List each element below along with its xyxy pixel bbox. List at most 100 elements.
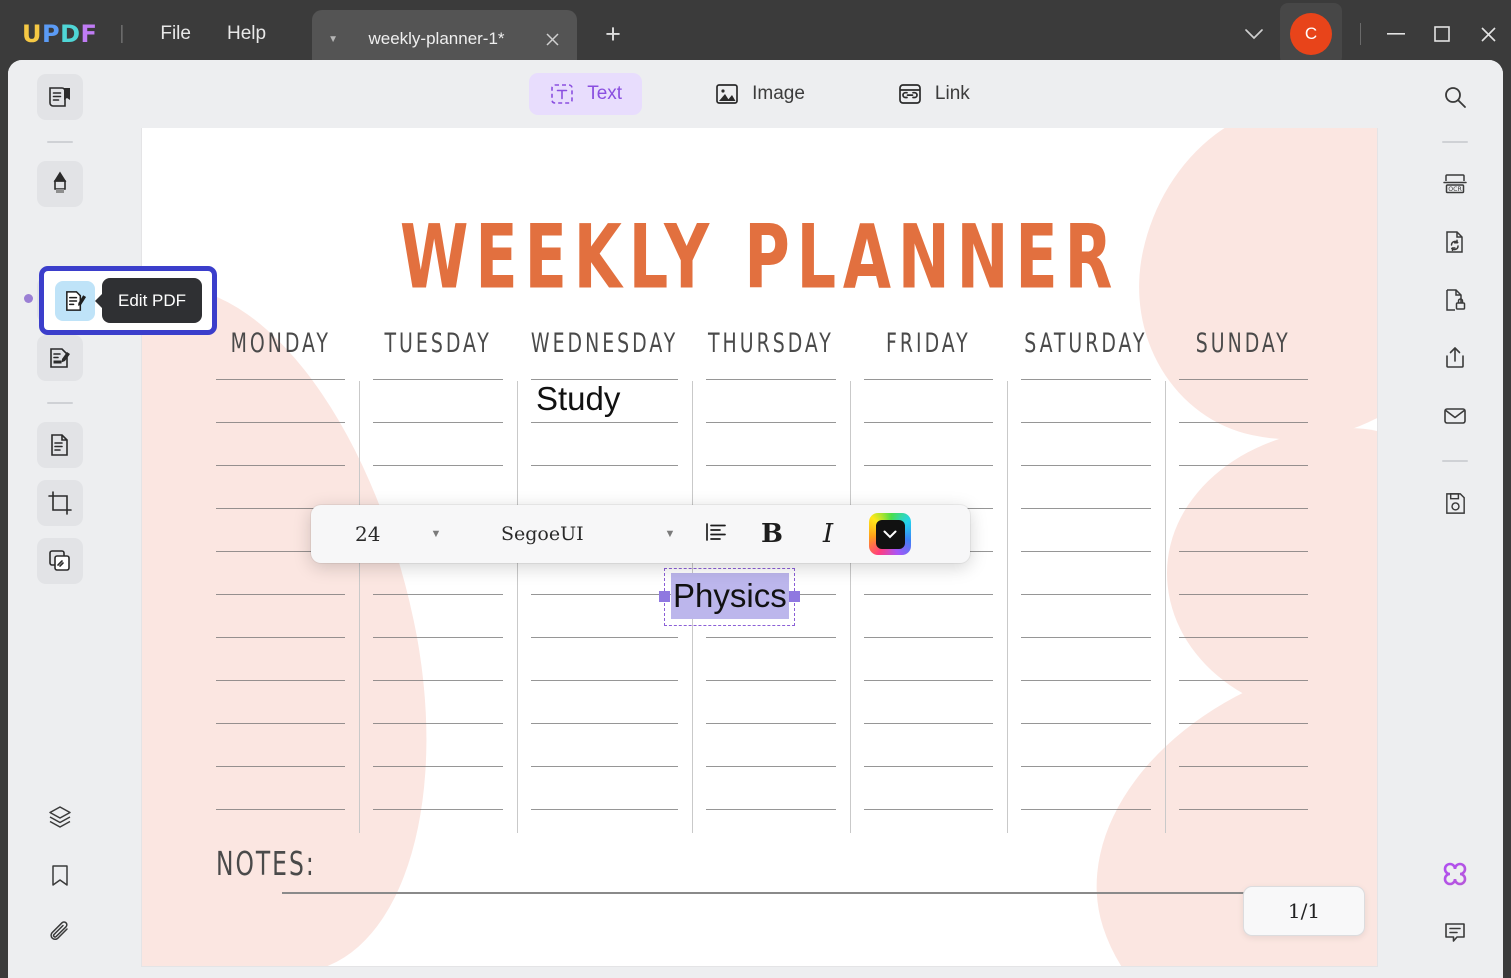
tab-link-label: Link [934, 83, 970, 104]
sidebar-item-attachment[interactable] [37, 910, 83, 956]
text-entry-physics[interactable]: Physics [671, 573, 789, 619]
sidebar-item-ai-assistant[interactable] [1432, 852, 1478, 898]
tab-image[interactable]: Image [694, 73, 825, 115]
sidebar-item-convert[interactable] [1432, 219, 1478, 265]
comment-icon [1442, 920, 1468, 946]
day-lines[interactable] [863, 379, 994, 810]
close-button[interactable] [1465, 0, 1511, 68]
maximize-button[interactable] [1419, 0, 1465, 68]
day-column-friday[interactable]: FRIDAY [849, 323, 1007, 833]
chevron-down-icon [883, 530, 897, 538]
updf-window: U P D F | File Help ▼ weekly-planner-1* … [0, 0, 1511, 978]
sidebar-item-email[interactable] [1432, 393, 1478, 439]
minimize-button[interactable] [1373, 0, 1419, 68]
rail-separator-2 [47, 402, 73, 404]
day-header: FRIDAY [886, 328, 971, 358]
title-bar: U P D F | File Help ▼ weekly-planner-1* … [0, 0, 1511, 68]
text-color-picker[interactable] [869, 513, 911, 555]
day-header: SUNDAY [1195, 328, 1291, 358]
sidebar-item-reader[interactable] [37, 74, 83, 120]
resize-handle-left[interactable] [659, 591, 670, 602]
sidebar-item-layers[interactable] [37, 794, 83, 840]
compare-docs-icon [47, 548, 73, 574]
day-header: MONDAY [230, 328, 331, 358]
close-icon[interactable] [535, 22, 569, 56]
font-family-input[interactable]: SegoeUI [449, 523, 657, 545]
page-indicator[interactable]: 1/1 [1243, 886, 1365, 936]
italic-button[interactable]: I [805, 513, 851, 555]
titlebar-divider-2 [1360, 23, 1361, 45]
day-header: WEDNESDAY [530, 328, 679, 358]
left-toolbar [8, 60, 112, 978]
sidebar-item-search[interactable] [1432, 74, 1478, 120]
email-icon [1442, 403, 1468, 429]
new-tab-button[interactable]: + [595, 16, 631, 52]
logo-letter-p: P [42, 20, 61, 48]
align-left-button[interactable] [693, 513, 739, 555]
sidebar-item-compare-docs[interactable] [37, 538, 83, 584]
tab-text[interactable]: Text [529, 73, 643, 115]
protect-icon [1442, 287, 1468, 313]
image-tool-icon [714, 81, 740, 107]
font-size-input[interactable]: 24 [311, 522, 423, 546]
logo-letter-d: D [60, 20, 81, 48]
sidebar-item-save[interactable] [1432, 480, 1478, 526]
crop-page-icon [47, 490, 73, 516]
day-lines[interactable] [216, 379, 346, 810]
ai-assistant-icon [1440, 860, 1470, 890]
align-left-icon [705, 522, 727, 547]
updf-logo[interactable]: U P D F [22, 20, 97, 48]
text-entry-study[interactable]: Study [536, 380, 620, 418]
selected-text-box[interactable]: Physics [659, 568, 800, 626]
day-lines[interactable] [1178, 379, 1308, 810]
sidebar-item-ocr[interactable]: OCR [1432, 161, 1478, 207]
search-icon [1442, 84, 1468, 110]
chevron-down-icon[interactable]: ▼ [328, 34, 338, 45]
chevron-down-icon[interactable] [1234, 14, 1274, 54]
day-column-monday[interactable]: MONDAY [202, 323, 359, 833]
bold-button[interactable]: B [749, 513, 795, 555]
avatar: C [1290, 13, 1332, 55]
attachment-icon [48, 920, 73, 946]
sidebar-item-bookmark[interactable] [37, 852, 83, 898]
reader-icon [47, 84, 73, 110]
rail-separator-r2 [1442, 460, 1468, 462]
edit-pdf-icon[interactable] [55, 281, 95, 321]
sidebar-item-fill-and-sign[interactable] [37, 335, 83, 381]
notes-rule[interactable] [282, 892, 1296, 894]
day-column-saturday[interactable]: SATURDAY [1007, 323, 1164, 833]
sidebar-item-protect[interactable] [1432, 277, 1478, 323]
convert-icon [1442, 229, 1468, 255]
day-column-tuesday[interactable]: TUESDAY [359, 323, 516, 833]
sidebar-item-edit-pdf[interactable] [37, 219, 83, 265]
save-icon [1443, 491, 1468, 516]
account-button[interactable]: C [1280, 3, 1342, 65]
chevron-down-icon[interactable]: ▼ [423, 528, 449, 540]
day-lines[interactable] [530, 379, 679, 810]
sidebar-item-annotate[interactable] [37, 161, 83, 207]
day-lines[interactable] [373, 379, 503, 810]
sidebar-item-share[interactable] [1432, 335, 1478, 381]
menu-help[interactable]: Help [209, 17, 284, 51]
text-format-toolbar: 24 ▼ SegoeUI ▼ B I [311, 505, 970, 563]
day-header: SATURDAY [1024, 328, 1148, 358]
logo-letter-f: F [80, 20, 98, 48]
annotate-highlighter-icon [47, 171, 73, 197]
logo-letter-u: U [22, 20, 42, 48]
titlebar-divider: | [119, 23, 125, 44]
app-shell: Edit PDF Text Image Link WEEKLY PLANNER … [8, 60, 1503, 978]
menu-file[interactable]: File [142, 17, 209, 51]
sidebar-item-comment[interactable] [1432, 910, 1478, 956]
day-lines[interactable] [1021, 379, 1151, 810]
convert-pdf-icon [47, 432, 73, 458]
chevron-down-icon[interactable]: ▼ [657, 528, 683, 540]
current-color-swatch [875, 519, 905, 549]
day-column-sunday[interactable]: SUNDAY [1164, 323, 1322, 833]
svg-text:OCR: OCR [1448, 186, 1462, 193]
notes-section: NOTES: [216, 846, 1296, 894]
tab-link[interactable]: Link [877, 73, 990, 115]
resize-handle-right[interactable] [789, 591, 800, 602]
sidebar-item-crop-page[interactable] [37, 480, 83, 526]
document-tab-title: weekly-planner-1* [368, 29, 505, 48]
sidebar-item-convert-pdf[interactable] [37, 422, 83, 468]
